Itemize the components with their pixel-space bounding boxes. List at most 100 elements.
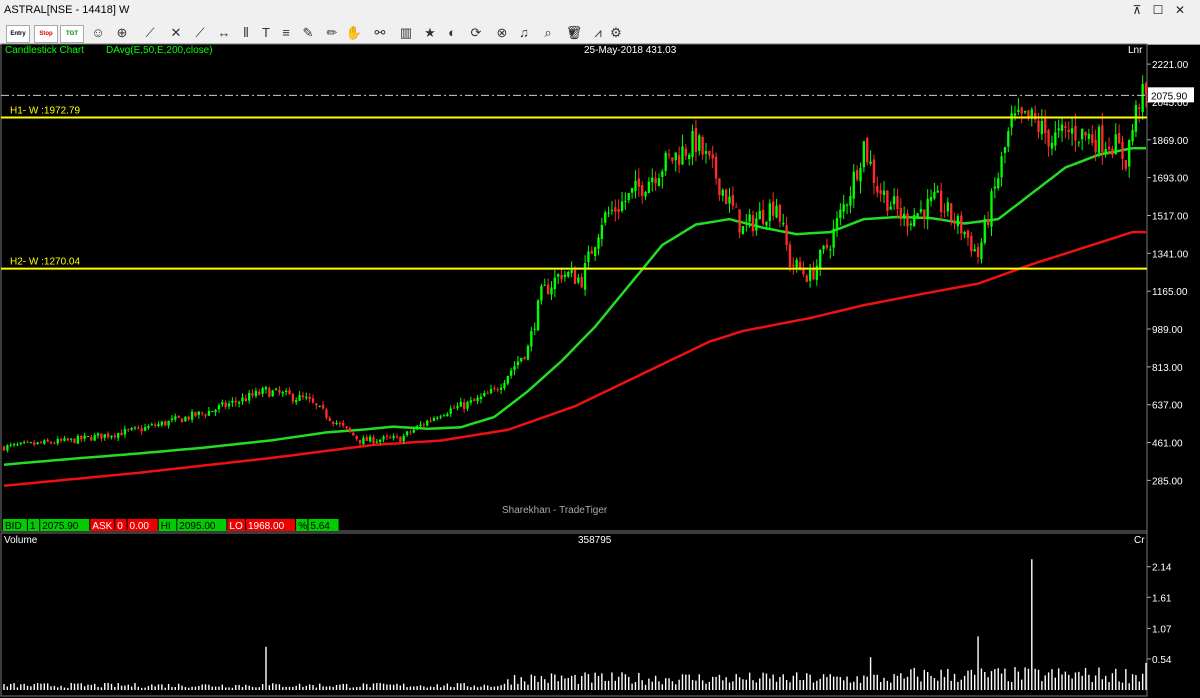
candle-body [526, 345, 530, 360]
candle-body [701, 136, 704, 155]
candle-body [886, 190, 889, 211]
volume-bar [228, 687, 230, 690]
volume-bar [80, 683, 82, 690]
volume-value: 358795 [578, 535, 612, 546]
candle-body [274, 388, 278, 391]
candle-body [311, 398, 315, 403]
candle-body [110, 435, 113, 438]
candle-body [597, 237, 600, 249]
volume-bar [1010, 681, 1013, 690]
candle-body [106, 433, 110, 438]
candle-body [540, 286, 543, 301]
volume-bar [533, 675, 536, 690]
candle-body [96, 433, 100, 436]
candle-body [1010, 113, 1013, 128]
volume-bar [268, 685, 271, 690]
candle-body [473, 399, 476, 402]
volume-bar [950, 680, 952, 690]
volume-bar [308, 684, 311, 690]
candle-body [671, 157, 674, 162]
volume-bar [816, 680, 818, 690]
candle-body [714, 156, 718, 179]
candle-body [530, 330, 533, 347]
volume-bar [738, 677, 741, 690]
volume-bar [141, 687, 143, 690]
volume-bar [947, 668, 949, 690]
candle-body [298, 395, 301, 401]
volume-bar [819, 678, 821, 690]
candle-body [224, 402, 227, 407]
volume-bar [759, 678, 761, 690]
volume-bar [802, 680, 805, 690]
volume-bar [832, 676, 835, 690]
volume-bar [960, 679, 962, 690]
volume-bar [963, 675, 966, 690]
volume-bar [181, 685, 183, 690]
candle-body [164, 421, 167, 426]
quote-value: % [298, 521, 307, 532]
candle-body [90, 436, 93, 441]
volume-bar [863, 675, 865, 690]
volume-bar [1074, 672, 1077, 690]
volume-bar [869, 657, 872, 690]
volume-bar [352, 687, 355, 690]
cursor-info: 25-May-2018 431.03 [584, 45, 677, 56]
volume-bar [171, 686, 173, 690]
candle-body [983, 218, 986, 243]
volume-bar [275, 684, 277, 690]
candle-body [976, 247, 980, 258]
volume-bar [1000, 673, 1003, 690]
candle-body [674, 152, 677, 161]
candle-body [180, 418, 184, 423]
candle-body [227, 403, 231, 407]
volume-bar [708, 681, 711, 690]
volume-bar [621, 672, 623, 690]
candle-body [909, 223, 913, 226]
volume-bar [298, 683, 301, 690]
volume-bar [517, 683, 519, 690]
volume-bar [57, 687, 59, 690]
candle-body [1040, 120, 1044, 135]
candle-body [765, 221, 768, 226]
volume-bar [1064, 671, 1067, 690]
candle-body [234, 400, 237, 403]
candle-body [197, 411, 200, 416]
volume-bar [224, 687, 227, 690]
volume-bar [413, 686, 415, 690]
volume-bar [913, 667, 915, 690]
candle-body [429, 420, 432, 422]
candle-body [1128, 140, 1131, 167]
candle-body [352, 432, 355, 436]
volume-bar [604, 680, 606, 690]
volume-bar [638, 672, 640, 690]
volume-bar [554, 674, 556, 690]
candle-body [12, 443, 16, 446]
volume-bar [634, 682, 637, 690]
volume-bar [439, 687, 442, 690]
volume-bar [456, 683, 459, 690]
candle-body [590, 250, 593, 254]
candle-body [184, 416, 187, 422]
candle-body [278, 389, 281, 393]
volume-bar [312, 685, 314, 690]
candle-body [483, 393, 486, 397]
candle-body [681, 146, 684, 165]
candle-body [385, 436, 389, 438]
candle-body [523, 356, 526, 359]
volume-bar [594, 672, 596, 690]
volume-bar [235, 685, 237, 690]
volume-bar [617, 676, 620, 690]
candle-body [405, 431, 409, 436]
volume-bar [943, 677, 946, 690]
volume-bar [16, 687, 19, 690]
candle-body [133, 427, 137, 429]
volume-bar [1141, 673, 1144, 690]
volume-bar [231, 687, 234, 690]
candle-body [577, 277, 580, 283]
volume-bar [1084, 667, 1087, 690]
volume-bar [480, 686, 482, 690]
candle-body [664, 152, 667, 171]
candle-body [187, 416, 190, 420]
candle-body [432, 417, 436, 421]
volume-bar [651, 681, 653, 690]
